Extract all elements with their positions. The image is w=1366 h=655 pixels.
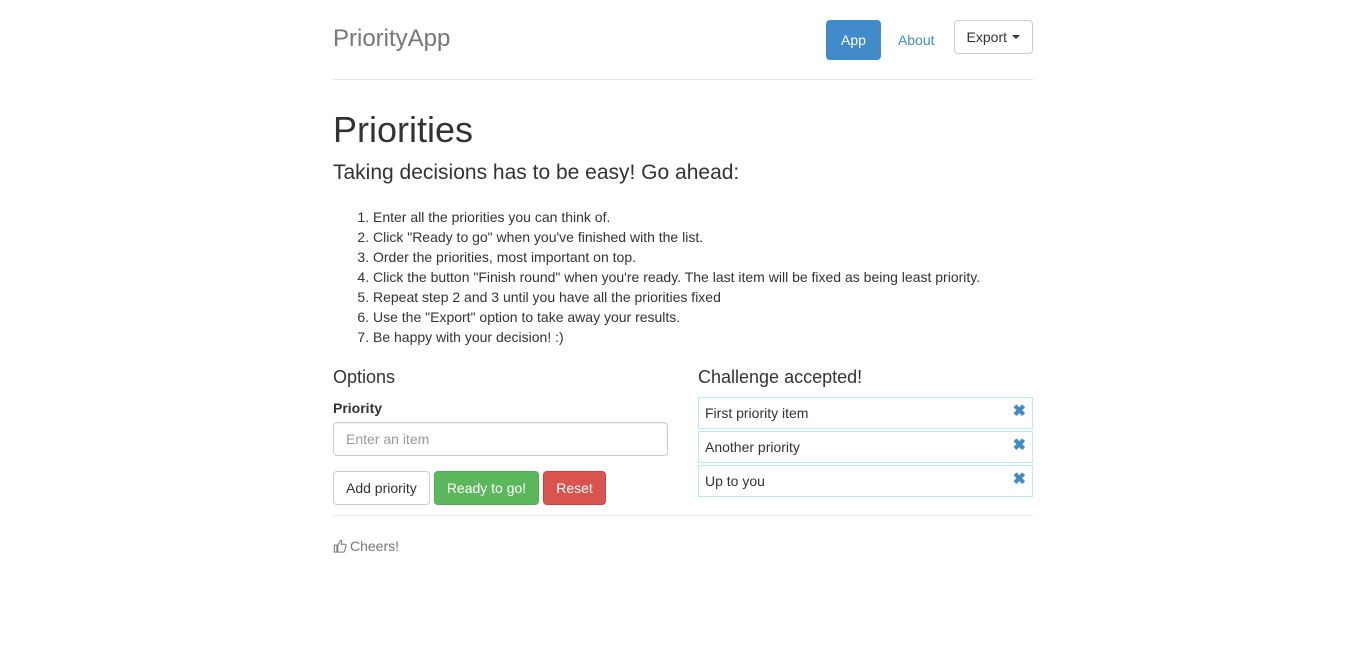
nav-about[interactable]: About	[883, 20, 950, 60]
footer-text: Cheers!	[350, 538, 400, 554]
remove-icon[interactable]: ✖	[1013, 432, 1026, 460]
caret-down-icon	[1012, 35, 1020, 39]
priority-item-label: Another priority	[705, 439, 800, 455]
challenge-heading: Challenge accepted!	[698, 367, 863, 387]
instruction-step: Click the button "Finish round" when you…	[373, 267, 980, 287]
list-item[interactable]: First priority item ✖	[698, 397, 1033, 429]
export-dropdown-button[interactable]: Export	[953, 20, 1033, 54]
list-item[interactable]: Up to you ✖	[698, 465, 1033, 497]
page-container: PriorityApp App About Export Priorities …	[333, 0, 1033, 554]
challenge-panel: Challenge accepted! First priority item …	[698, 365, 1033, 497]
list-item[interactable]: Another priority ✖	[698, 431, 1033, 463]
priority-item-label: First priority item	[705, 405, 809, 421]
instruction-step: Use the "Export" option to take away you…	[373, 307, 980, 327]
instruction-step: Repeat step 2 and 3 until you have all t…	[373, 287, 980, 307]
brand-link[interactable]: PriorityApp	[333, 24, 450, 54]
options-panel: Options Priority Add priority Ready to g…	[333, 365, 668, 505]
remove-icon[interactable]: ✖	[1013, 466, 1026, 494]
add-priority-button[interactable]: Add priority	[333, 471, 430, 505]
nav-app[interactable]: App	[826, 20, 881, 60]
footer: Cheers!	[333, 515, 1033, 558]
export-label: Export	[966, 29, 1007, 45]
thumbs-up-icon	[333, 538, 347, 558]
priority-item-label: Up to you	[705, 473, 765, 489]
instructions-list: Enter all the priorities you can think o…	[333, 207, 980, 347]
instruction-step: Order the priorities, most important on …	[373, 247, 980, 267]
priority-label: Priority	[333, 400, 383, 416]
lead-text: Taking decisions has to be easy! Go ahea…	[333, 161, 740, 184]
header: PriorityApp App About Export	[333, 0, 1033, 80]
top-nav: App About Export	[826, 20, 1033, 60]
page-title: Priorities	[333, 109, 474, 150]
remove-icon[interactable]: ✖	[1013, 398, 1026, 426]
priority-input[interactable]	[333, 422, 668, 456]
instruction-step: Be happy with your decision! :)	[373, 327, 980, 347]
instruction-step: Enter all the priorities you can think o…	[373, 207, 980, 227]
options-heading: Options	[333, 367, 396, 387]
priority-list: First priority item ✖ Another priority ✖…	[698, 397, 1033, 499]
instruction-step: Click "Ready to go" when you've finished…	[373, 227, 980, 247]
ready-to-go-button[interactable]: Ready to go!	[433, 471, 540, 505]
reset-button[interactable]: Reset	[543, 471, 606, 505]
options-buttons: Add priority Ready to go! Reset	[333, 471, 610, 505]
